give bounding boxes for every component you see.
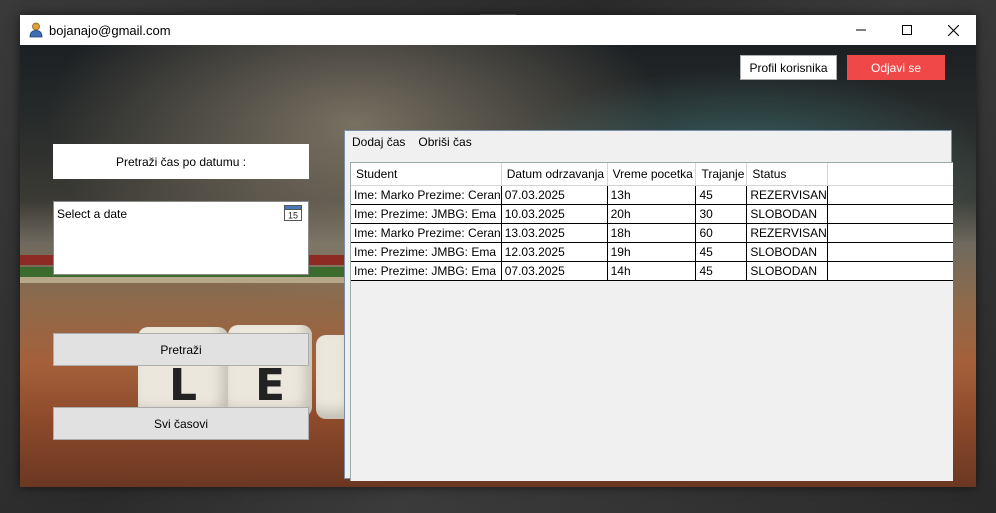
search-by-date-label: Pretraži čas po datumu : (53, 144, 309, 179)
column-filler (827, 163, 953, 186)
column-header[interactable]: Trajanje (695, 163, 748, 186)
classes-table: Student Datum odrzavanja Vreme pocetka T… (351, 163, 953, 281)
cell-status[interactable]: SLOBODAN (746, 204, 828, 224)
app-window: bojanajo@gmail.com L E Profil korisnika … (20, 15, 976, 487)
classes-grid[interactable]: Student Datum odrzavanja Vreme pocetka T… (350, 162, 953, 481)
title-bar[interactable]: bojanajo@gmail.com (20, 15, 976, 45)
cell-start[interactable]: 20h (607, 204, 697, 224)
search-button[interactable]: Pretraži (53, 333, 309, 366)
table-row[interactable]: Ime: Prezime: JMBG: Ema 07.03.2025 14h 4… (351, 261, 953, 281)
cell-duration[interactable]: 30 (695, 204, 748, 224)
cell-date[interactable]: 07.03.2025 (501, 185, 608, 205)
cell-date[interactable]: 07.03.2025 (501, 261, 608, 281)
calendar-icon[interactable]: 15 (284, 204, 302, 221)
row-filler (827, 223, 953, 243)
column-header[interactable]: Vreme pocetka (607, 163, 697, 186)
close-button[interactable] (930, 15, 976, 45)
cell-start[interactable]: 18h (607, 223, 697, 243)
cell-duration[interactable]: 60 (695, 223, 748, 243)
classes-panel: Dodaj čas Obriši čas Student Datum odrza… (344, 130, 953, 481)
row-filler (827, 242, 953, 262)
minimize-icon (856, 29, 866, 31)
minimize-button[interactable] (838, 15, 884, 45)
cell-student[interactable]: Ime: Marko Prezime: Ceran (351, 185, 502, 205)
cell-start[interactable]: 19h (607, 242, 697, 262)
cell-status[interactable]: REZERVISAN (746, 223, 828, 243)
main-content: L E Profil korisnika Odjavi se Pretraži … (20, 45, 976, 487)
date-picker[interactable]: Select a date 15 (53, 201, 309, 275)
table-header: Student Datum odrzavanja Vreme pocetka T… (351, 163, 953, 186)
column-header[interactable]: Student (351, 163, 502, 186)
background-book (20, 277, 360, 283)
calendar-day: 15 (288, 211, 298, 221)
cell-date[interactable]: 10.03.2025 (501, 204, 608, 224)
column-header[interactable]: Datum odrzavanja (501, 163, 608, 186)
menu-remove-class[interactable]: Obriši čas (412, 131, 477, 153)
table-row[interactable]: Ime: Prezime: JMBG: Ema 12.03.2025 19h 4… (351, 242, 953, 262)
cell-date[interactable]: 12.03.2025 (501, 242, 608, 262)
menu-bar: Dodaj čas Obriši čas (345, 131, 952, 153)
cell-student[interactable]: Ime: Marko Prezime: Ceran (351, 223, 502, 243)
cell-duration[interactable]: 45 (695, 185, 748, 205)
row-filler (827, 261, 953, 281)
logout-button[interactable]: Odjavi se (847, 55, 945, 80)
cell-start[interactable]: 14h (607, 261, 697, 281)
date-placeholder: Select a date (57, 207, 128, 221)
cell-duration[interactable]: 45 (695, 242, 748, 262)
maximize-button[interactable] (884, 15, 930, 45)
row-filler (827, 185, 953, 205)
cell-status[interactable]: SLOBODAN (746, 261, 828, 281)
cell-status[interactable]: REZERVISAN (746, 185, 828, 205)
row-filler (827, 204, 953, 224)
cell-student[interactable]: Ime: Prezime: JMBG: Ema (351, 261, 502, 281)
profile-button[interactable]: Profil korisnika (740, 55, 837, 80)
menu-add-class[interactable]: Dodaj čas (346, 131, 411, 153)
cell-duration[interactable]: 45 (695, 261, 748, 281)
cell-status[interactable]: SLOBODAN (746, 242, 828, 262)
cell-student[interactable]: Ime: Prezime: JMBG: Ema (351, 204, 502, 224)
all-classes-button[interactable]: Svi časovi (53, 407, 309, 440)
table-row[interactable]: Ime: Marko Prezime: Ceran 13.03.2025 18h… (351, 223, 953, 243)
cell-date[interactable]: 13.03.2025 (501, 223, 608, 243)
user-icon (29, 22, 43, 38)
cell-student[interactable]: Ime: Prezime: JMBG: Ema (351, 242, 502, 262)
table-row[interactable]: Ime: Prezime: JMBG: Ema 10.03.2025 20h 3… (351, 204, 953, 224)
column-header[interactable]: Status (746, 163, 828, 186)
window-title: bojanajo@gmail.com (49, 23, 171, 38)
close-icon (947, 24, 959, 36)
cell-start[interactable]: 13h (607, 185, 697, 205)
maximize-icon (902, 25, 912, 35)
table-row[interactable]: Ime: Marko Prezime: Ceran 07.03.2025 13h… (351, 185, 953, 205)
